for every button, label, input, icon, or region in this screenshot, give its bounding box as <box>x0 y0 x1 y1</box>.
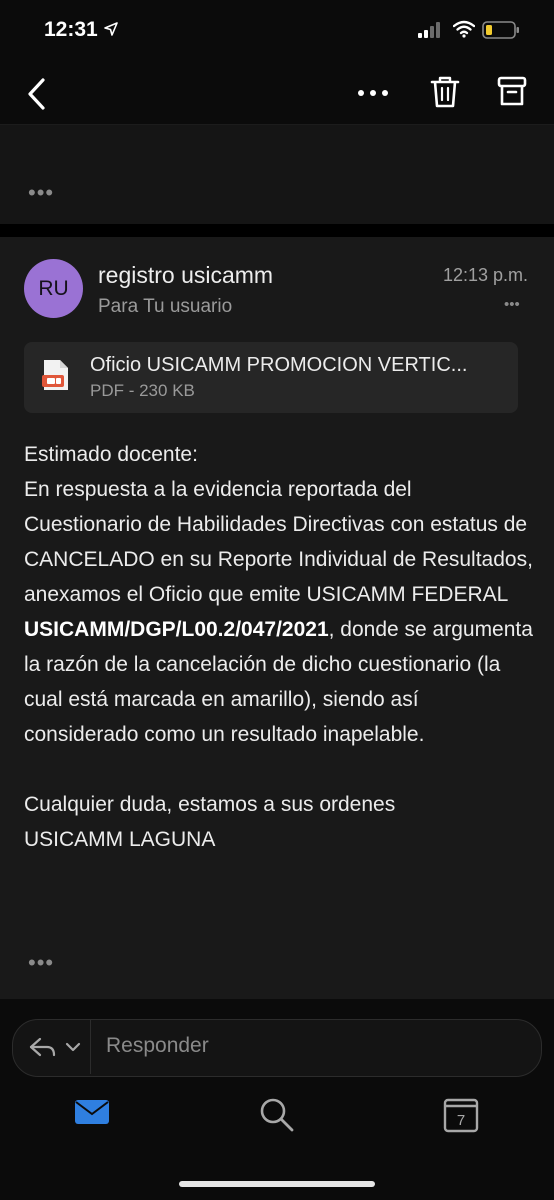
sender-name: registro usicamm <box>98 262 274 288</box>
header-details-dots[interactable]: ••• <box>504 296 520 313</box>
reply-bar[interactable] <box>12 1019 542 1077</box>
collapsed-message[interactable]: ••• <box>0 125 554 224</box>
body-paragraph: En respuesta a la evidencia reportada de… <box>24 472 534 752</box>
body-paragraph-start: En respuesta a la evidencia reportada de… <box>24 478 533 606</box>
body-blank-line <box>24 752 534 787</box>
more-options-icon[interactable] <box>354 78 394 108</box>
attachment-card[interactable] <box>24 342 518 413</box>
pdf-file-icon <box>42 360 68 390</box>
expand-thread-dots[interactable]: ••• <box>28 180 54 206</box>
reply-separator <box>90 1020 91 1074</box>
body-greeting: Estimado docente: <box>24 443 198 466</box>
calendar-day: 7 <box>457 1112 465 1129</box>
body-signature: USICAMM LAGUNA <box>24 828 216 851</box>
avatar[interactable]: RU <box>24 259 83 318</box>
location-arrow-icon <box>104 22 118 36</box>
email-time: 12:13 p.m. <box>442 265 528 285</box>
home-indicator[interactable] <box>179 1181 375 1187</box>
recipient-line[interactable]: Para Tu usuario <box>98 296 232 318</box>
show-quoted-dots[interactable]: ••• <box>28 950 54 976</box>
reply-input[interactable]: Responder <box>106 1034 209 1058</box>
status-time: 12:31 <box>44 18 98 41</box>
calendar-tab-icon[interactable]: 7 <box>443 1097 479 1133</box>
trash-icon[interactable] <box>428 72 462 112</box>
body-closing: Cualquier duda, estamos a sus ordenes <box>24 793 396 816</box>
battery-icon <box>482 21 519 39</box>
back-icon[interactable] <box>20 72 60 116</box>
attachment-meta: PDF - 230 KB <box>90 381 195 400</box>
wifi-icon <box>453 20 475 38</box>
attachment-name: Oficio USICAMM PROMOCION VERTIC... <box>90 354 468 376</box>
mail-tab-icon[interactable] <box>74 1098 110 1126</box>
signal-icon <box>418 22 440 38</box>
body-reference: USICAMM/DGP/L00.2/047/2021 <box>24 618 329 641</box>
archive-icon[interactable] <box>494 72 530 112</box>
search-tab-icon[interactable] <box>258 1096 296 1134</box>
email-body: Estimado docente: En respuesta a la evid… <box>24 437 534 857</box>
message-separator <box>0 224 554 237</box>
reply-icon[interactable] <box>28 1036 86 1060</box>
